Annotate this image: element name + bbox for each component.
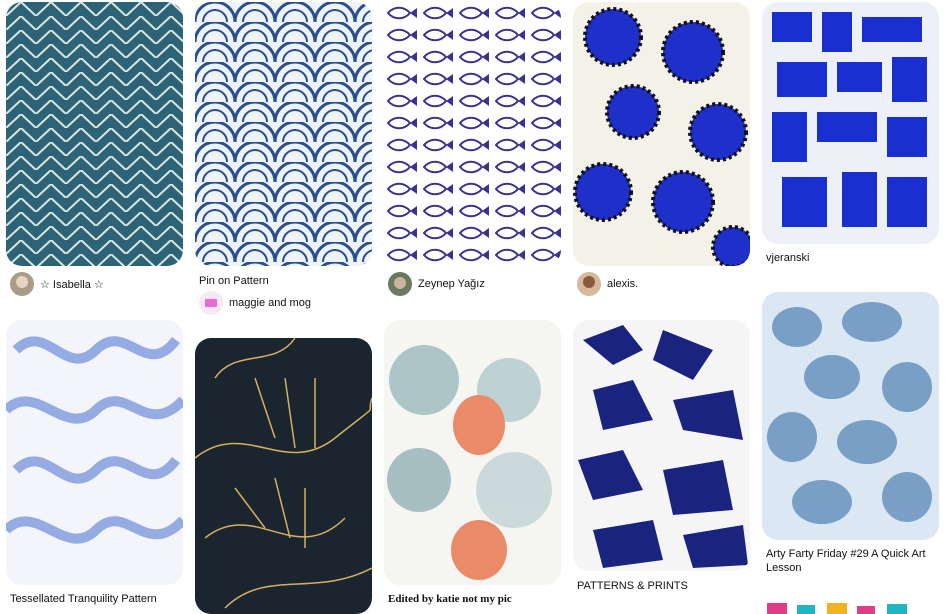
pin-title: Edited by katie not my pic	[388, 593, 512, 605]
pin-coral[interactable]	[384, 320, 561, 585]
author-name: ☆ Isabella ☆	[40, 278, 104, 291]
avatar	[577, 272, 601, 296]
pin-author[interactable]: ☆ Isabella ☆	[10, 272, 104, 296]
blue-collage-image	[762, 2, 939, 244]
pin-title: PATTERNS & PRINTS	[577, 580, 688, 592]
pin-title: vjeranski	[766, 252, 810, 264]
author-name: alexis.	[607, 278, 639, 290]
watercolor-image	[762, 292, 939, 540]
author-name: Zeynep Yağız	[418, 278, 485, 290]
gold-lines-image	[195, 338, 372, 614]
avatar	[10, 272, 34, 296]
herringbone-image	[6, 2, 183, 266]
dots-image	[573, 2, 750, 266]
avatar	[199, 291, 223, 315]
pin-title: Pin on Pattern	[199, 275, 269, 287]
colorful-image	[762, 600, 939, 614]
waves-image	[195, 2, 372, 266]
pin-author[interactable]: maggie and mog	[199, 291, 311, 315]
pin-gold-lines[interactable]	[195, 338, 372, 614]
navy-abstract-image	[573, 320, 750, 571]
pin-fish[interactable]	[384, 2, 561, 266]
pin-author[interactable]: alexis.	[577, 272, 638, 296]
pin-navy-abstract[interactable]	[573, 320, 750, 571]
pin-title: Tessellated Tranquility Pattern	[10, 593, 157, 605]
pin-blue-collage[interactable]	[762, 2, 939, 244]
pin-author[interactable]: Zeynep Yağız	[388, 272, 485, 296]
pin-herringbone[interactable]	[6, 2, 183, 266]
pin-tessellated[interactable]	[6, 320, 183, 585]
avatar	[388, 272, 412, 296]
pin-waves[interactable]	[195, 2, 372, 266]
pin-title: Arty Farty Friday #29 A Quick Art Lesson	[766, 548, 926, 574]
tessellated-image	[6, 320, 183, 585]
author-name: maggie and mog	[229, 297, 311, 309]
pin-dots[interactable]	[573, 2, 750, 266]
pin-colorful-partial[interactable]	[762, 600, 939, 614]
pin-watercolor[interactable]	[762, 292, 939, 540]
coral-image	[384, 320, 561, 585]
fish-image	[384, 2, 561, 266]
